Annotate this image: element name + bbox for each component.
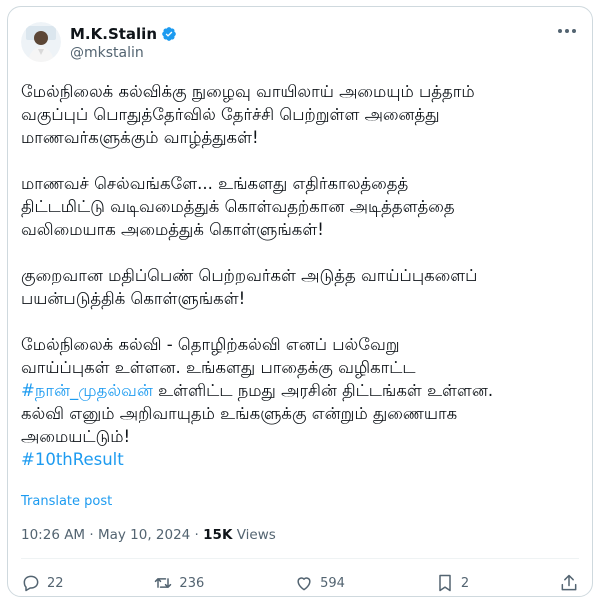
tweet-card: M.K.Stalin @mkstalin மேல்நிலைக் கல்விக்க… (7, 6, 593, 597)
author-name-row: M.K.Stalin (70, 25, 177, 43)
views-count: 15K (203, 527, 233, 543)
author-handle[interactable]: @mkstalin (70, 45, 144, 61)
divider (21, 558, 579, 559)
author-name[interactable]: M.K.Stalin (70, 25, 157, 43)
reply-icon (23, 575, 39, 592)
post-meta: 10:26 AM · May 10, 2024 · 15K Views (21, 527, 276, 543)
post-body: மேல்நிலைக் கல்விக்கு நுழைவு வாயிலாய் அமை… (21, 80, 581, 471)
like-count: 594 (320, 575, 345, 591)
reply-count: 22 (47, 575, 64, 591)
bookmark-icon (439, 574, 451, 592)
repost-icon (155, 578, 172, 588)
more-options-icon[interactable] (558, 29, 576, 33)
post-timestamp[interactable]: 10:26 AM · May 10, 2024 · (21, 527, 203, 543)
avatar[interactable] (21, 22, 61, 62)
heart-icon (297, 577, 311, 591)
hashtag-10thresult-link[interactable]: #10thResult (21, 448, 581, 471)
share-icon (561, 574, 577, 591)
bookmark-button[interactable]: 2 (435, 573, 469, 593)
views-label: Views (232, 527, 276, 543)
verified-badge-icon (161, 26, 177, 42)
avatar-image (21, 22, 61, 62)
action-bar: 22 236 594 2 (21, 573, 579, 593)
post-paragraph-1: மேல்நிலைக் கல்விக்கு நுழைவு வாயிலாய் அமை… (21, 82, 475, 147)
post-paragraph-4-text: மேல்நிலைக் கல்வி - தொழிற்கல்வி எனப் பல்வ… (21, 335, 416, 377)
translate-post-link[interactable]: Translate post (21, 494, 112, 509)
post-paragraph-4: மேல்நிலைக் கல்வி - தொழிற்கல்வி எனப் பல்வ… (21, 333, 581, 448)
post-paragraph-3: குறைவான மதிப்பெண் பெற்றவர்கள் அடுத்த வாய… (21, 266, 478, 308)
hashtag-naan-mudhalvan-link[interactable]: #நான்_முதல்வன் (21, 381, 153, 400)
reply-button[interactable]: 22 (21, 573, 64, 593)
share-button[interactable] (559, 573, 579, 593)
bookmark-count: 2 (460, 575, 470, 591)
post-paragraph-2: மாணவச் செல்வங்களே... உங்களது எதிர்காலத்த… (21, 174, 455, 239)
like-button[interactable]: 594 (294, 573, 345, 593)
repost-count: 236 (179, 575, 205, 591)
repost-button[interactable]: 236 (153, 573, 204, 593)
